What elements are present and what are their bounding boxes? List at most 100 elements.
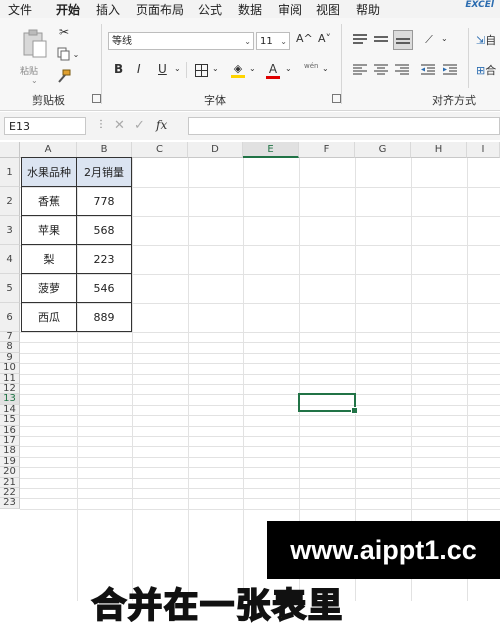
- column-header-h[interactable]: H: [411, 142, 467, 158]
- row-header-4[interactable]: 4: [0, 245, 20, 274]
- row-header-6[interactable]: 6: [0, 303, 20, 332]
- column-header-b[interactable]: B: [77, 142, 132, 158]
- paste-dropdown-icon[interactable]: ⌄: [31, 76, 38, 85]
- name-box[interactable]: E13: [4, 117, 86, 135]
- row-header-3[interactable]: 3: [0, 216, 20, 245]
- font-dialog-launcher[interactable]: [332, 94, 341, 103]
- wrap-text-button[interactable]: ⇲ 自: [476, 32, 496, 48]
- insert-function-button[interactable]: fx: [156, 118, 167, 132]
- more-options-icon[interactable]: ⋮: [96, 119, 106, 130]
- shrink-font-button[interactable]: A˅: [318, 32, 331, 45]
- font-size-value: 11: [260, 36, 273, 47]
- align-bottom-button[interactable]: [393, 30, 413, 50]
- row-gridline: [20, 436, 500, 437]
- table-cell[interactable]: 西瓜: [21, 302, 77, 332]
- fill-color-dropdown-icon[interactable]: ⌄: [249, 64, 256, 73]
- row-header-2[interactable]: 2: [0, 187, 20, 216]
- grow-font-button[interactable]: A^: [296, 32, 313, 45]
- table-cell[interactable]: 菠萝: [21, 273, 77, 303]
- orientation-button[interactable]: ⟋: [420, 32, 438, 48]
- italic-button[interactable]: I: [137, 62, 141, 76]
- phonetic-dropdown-icon[interactable]: ⌄: [322, 64, 329, 73]
- table-cell[interactable]: 香蕉: [21, 186, 77, 216]
- phonetic-guide-button[interactable]: wén: [304, 62, 318, 70]
- bold-button[interactable]: B: [114, 62, 123, 76]
- paint-bucket-icon: ◈: [233, 62, 243, 75]
- tab-insert[interactable]: 插入: [96, 1, 120, 18]
- active-cell-selection[interactable]: [298, 393, 358, 414]
- column-header-g[interactable]: G: [355, 142, 411, 158]
- align-right-button[interactable]: [394, 62, 410, 78]
- paste-button[interactable]: [18, 24, 52, 64]
- table-cell[interactable]: 778: [76, 186, 132, 216]
- column-gridline: [243, 158, 244, 601]
- align-right-icon: [395, 64, 409, 75]
- column-header-e[interactable]: E: [243, 142, 299, 158]
- tab-data[interactable]: 数据: [238, 1, 262, 18]
- align-bottom-icon: [396, 38, 410, 44]
- table-cell[interactable]: 546: [76, 273, 132, 303]
- increase-indent-icon: [443, 64, 457, 75]
- underline-dropdown-icon[interactable]: ⌄: [174, 64, 181, 73]
- table-header-cell[interactable]: 水果品种: [21, 157, 77, 187]
- select-all-button[interactable]: [0, 142, 20, 158]
- font-color-dropdown-icon[interactable]: ⌄: [285, 64, 292, 73]
- align-left-icon: [353, 64, 367, 75]
- column-header-i[interactable]: I: [467, 142, 500, 158]
- table-cell[interactable]: 568: [76, 215, 132, 245]
- chevron-down-icon: ⌄: [244, 37, 251, 46]
- fill-handle[interactable]: [351, 406, 358, 414]
- row-gridline: [20, 425, 500, 427]
- paintbrush-icon: [58, 69, 71, 83]
- column-header-a[interactable]: A: [20, 142, 77, 158]
- borders-dropdown-icon[interactable]: ⌄: [212, 64, 219, 73]
- align-middle-button[interactable]: [373, 32, 389, 48]
- tab-formulas[interactable]: 公式: [198, 1, 222, 18]
- copy-button[interactable]: ⌄: [56, 46, 80, 62]
- table-cell[interactable]: 889: [76, 302, 132, 332]
- font-color-button[interactable]: A: [265, 60, 281, 80]
- column-header-c[interactable]: C: [132, 142, 188, 158]
- table-cell[interactable]: 223: [76, 244, 132, 274]
- increase-indent-button[interactable]: [442, 62, 458, 78]
- tab-help[interactable]: 帮助: [356, 1, 380, 18]
- font-name-select[interactable]: 等线 ⌄: [108, 32, 254, 50]
- watermark: www.aippt1.cc: [267, 521, 500, 579]
- table-cell[interactable]: 苹果: [21, 215, 77, 245]
- brand-logo: EXCEl: [465, 0, 494, 10]
- merge-center-button[interactable]: ⊞ 合: [476, 62, 496, 78]
- row-gridline: [20, 384, 500, 385]
- underline-button[interactable]: U: [158, 62, 167, 76]
- cut-button[interactable]: ✂: [56, 24, 72, 40]
- column-header-f[interactable]: F: [299, 142, 355, 158]
- row-header-1[interactable]: 1: [0, 158, 20, 187]
- clipboard-icon: [23, 29, 47, 58]
- align-top-button[interactable]: [352, 32, 368, 48]
- align-left-button[interactable]: [352, 62, 368, 78]
- font-size-select[interactable]: 11 ⌄: [256, 32, 290, 50]
- formula-input[interactable]: [188, 117, 500, 135]
- confirm-entry-icon[interactable]: ✓: [134, 118, 145, 133]
- row-gridline: [20, 477, 500, 479]
- row-header-23[interactable]: 23: [0, 497, 20, 509]
- clipboard-dialog-launcher[interactable]: [92, 94, 101, 103]
- cancel-entry-icon[interactable]: ✕: [114, 118, 125, 133]
- tab-review[interactable]: 审阅: [278, 1, 302, 18]
- row-header-5[interactable]: 5: [0, 274, 20, 303]
- fill-color-button[interactable]: ◈: [230, 60, 246, 80]
- tab-home[interactable]: 开始: [56, 1, 81, 21]
- decrease-indent-button[interactable]: [420, 62, 436, 78]
- column-gridline: [188, 158, 189, 601]
- table-cell[interactable]: 梨: [21, 244, 77, 274]
- orientation-dropdown-icon[interactable]: ⌄: [441, 34, 448, 43]
- tab-file[interactable]: 文件: [8, 1, 32, 18]
- align-center-button[interactable]: [373, 62, 389, 78]
- tab-page-layout[interactable]: 页面布局: [136, 1, 184, 18]
- column-header-d[interactable]: D: [188, 142, 243, 158]
- font-name-value: 等线: [112, 36, 132, 47]
- borders-button[interactable]: [193, 62, 209, 78]
- format-painter-button[interactable]: [56, 68, 72, 84]
- tab-view[interactable]: 视图: [316, 1, 340, 18]
- row-gridline: [20, 467, 500, 469]
- table-header-cell[interactable]: 2月销量: [76, 157, 132, 187]
